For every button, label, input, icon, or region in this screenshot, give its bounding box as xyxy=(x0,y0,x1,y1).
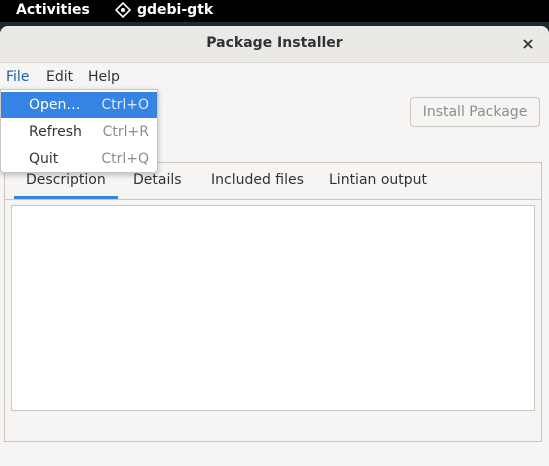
menu-edit[interactable]: Edit xyxy=(46,69,73,85)
description-text-view[interactable] xyxy=(11,205,535,411)
menu-help[interactable]: Help xyxy=(88,69,120,85)
menu-item-quit[interactable]: Quit Ctrl+Q xyxy=(1,146,157,172)
menu-item-shortcut: Ctrl+Q xyxy=(101,151,149,167)
menu-item-label: Refresh xyxy=(29,124,82,140)
tab-details[interactable]: Details xyxy=(133,172,182,188)
menu-bar: File Edit Help xyxy=(0,63,549,91)
tab-lintian-output[interactable]: Lintian output xyxy=(329,172,427,188)
top-bar: Activities gdebi-gtk xyxy=(0,0,549,22)
app-menu[interactable]: gdebi-gtk xyxy=(115,2,213,18)
install-package-button[interactable]: Install Package xyxy=(410,97,540,127)
tab-included-files[interactable]: Included files xyxy=(211,172,304,188)
menu-item-shortcut: Ctrl+R xyxy=(102,124,149,140)
app-name: gdebi-gtk xyxy=(137,2,214,18)
menu-item-shortcut: Ctrl+O xyxy=(101,97,149,113)
activities-button[interactable]: Activities xyxy=(16,2,90,18)
window-title: Package Installer xyxy=(206,35,343,51)
menu-item-label: Quit xyxy=(29,151,59,167)
notebook: Description Details Included files Linti… xyxy=(4,162,542,442)
tab-description[interactable]: Description xyxy=(14,172,118,199)
file-menu-dropdown: Open… Ctrl+O Refresh Ctrl+R Quit Ctrl+Q xyxy=(0,89,158,173)
menu-file[interactable]: File xyxy=(1,69,34,91)
close-button[interactable] xyxy=(519,35,537,53)
menu-item-label: Open… xyxy=(29,97,81,113)
close-icon xyxy=(523,39,533,49)
menu-item-refresh[interactable]: Refresh Ctrl+R xyxy=(1,119,157,145)
title-bar: Package Installer xyxy=(0,26,549,63)
menu-item-open[interactable]: Open… Ctrl+O xyxy=(1,92,157,118)
app-icon xyxy=(115,2,131,18)
